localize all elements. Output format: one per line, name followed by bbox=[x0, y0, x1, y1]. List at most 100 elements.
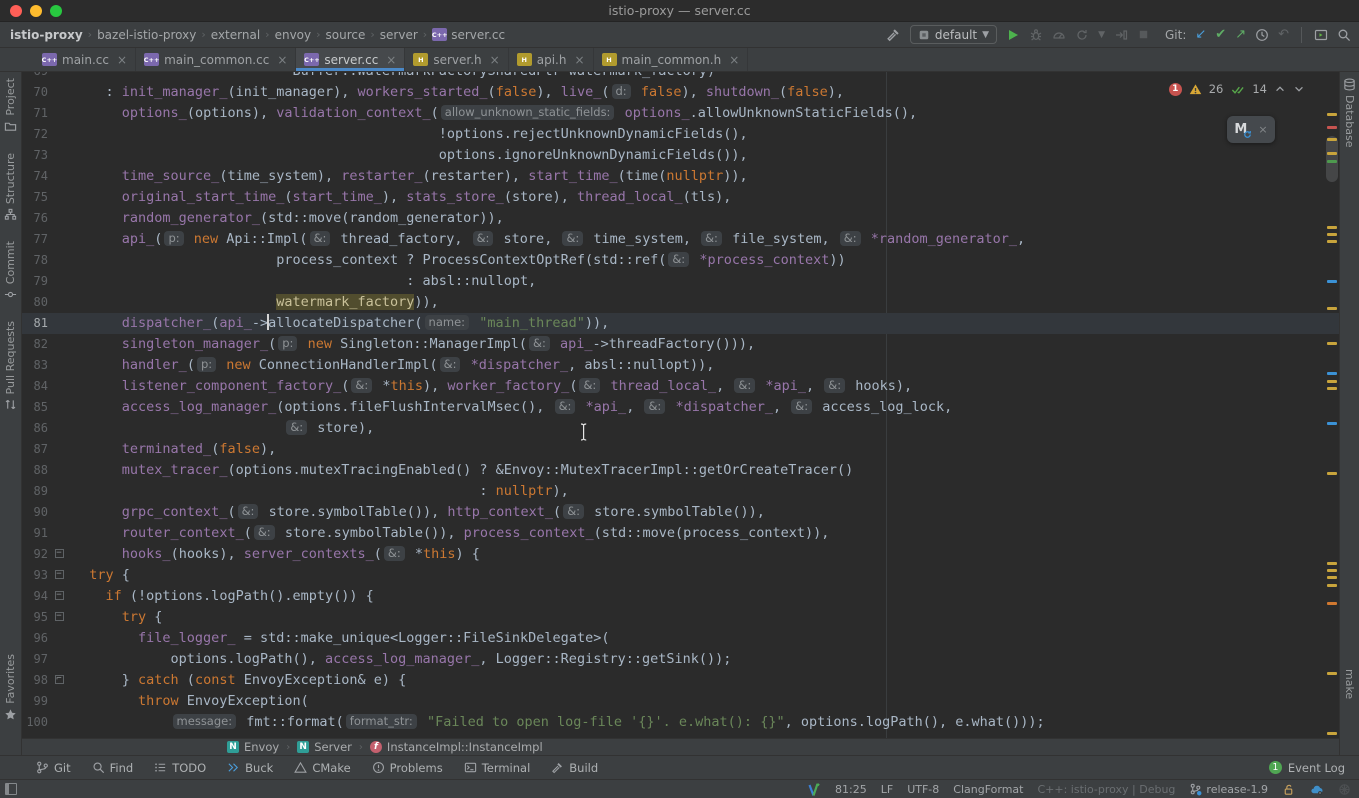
close-icon[interactable]: × bbox=[729, 53, 739, 67]
formatter[interactable]: ClangFormat bbox=[953, 783, 1023, 796]
code-line-73[interactable]: 73 options.ignoreUnknownDynamicFields())… bbox=[22, 145, 1339, 166]
tab-server.h[interactable]: Hserver.h× bbox=[405, 48, 508, 71]
debug-button[interactable] bbox=[1029, 28, 1043, 42]
code-line-92[interactable]: 92− hooks_(hooks), server_contexts_(&: *… bbox=[22, 544, 1339, 565]
close-icon[interactable]: × bbox=[1258, 123, 1267, 136]
tool-window-button-buck[interactable]: Buck bbox=[227, 761, 273, 775]
code-line-74[interactable]: 74 time_source_(time_system), restarter_… bbox=[22, 166, 1339, 187]
code-line-79[interactable]: 79 : absl::nullopt, bbox=[22, 271, 1339, 292]
git-update-icon[interactable]: ↙ bbox=[1195, 28, 1206, 41]
code-line-70[interactable]: 70 : init_manager_(init_manager), worker… bbox=[22, 82, 1339, 103]
close-icon[interactable]: × bbox=[490, 53, 500, 67]
dim-status-icon[interactable] bbox=[1338, 783, 1351, 796]
next-problem-chevron-down-icon[interactable] bbox=[1293, 83, 1305, 95]
git-branch-widget[interactable]: release-1.9 bbox=[1189, 783, 1268, 796]
stripe-mark-y[interactable] bbox=[1327, 732, 1337, 735]
breadcrumb-item-source[interactable]: source bbox=[326, 28, 366, 42]
stripe-mark-y[interactable] bbox=[1327, 562, 1337, 565]
error-count-icon[interactable]: 1 bbox=[1169, 83, 1182, 96]
stripe-mark-y[interactable] bbox=[1327, 138, 1337, 141]
warning-count[interactable]: 26 bbox=[1209, 82, 1224, 96]
profiler-button[interactable] bbox=[1052, 28, 1066, 42]
build-hammer-icon[interactable] bbox=[886, 27, 901, 42]
stripe-mark-y[interactable] bbox=[1327, 472, 1337, 475]
breadcrumb-item-istio-proxy[interactable]: istio-proxy bbox=[10, 28, 83, 42]
tool-window-toggle-icon[interactable] bbox=[5, 783, 17, 795]
code-line-95[interactable]: 95− try { bbox=[22, 607, 1339, 628]
fold-marker-icon[interactable]: ⌐ bbox=[55, 675, 64, 684]
run-anything-icon[interactable] bbox=[1314, 28, 1328, 42]
code-line-89[interactable]: 89 : nullptr), bbox=[22, 481, 1339, 502]
stripe-mark-r[interactable] bbox=[1327, 126, 1337, 129]
code-line-94[interactable]: 94− if (!options.logPath().empty()) { bbox=[22, 586, 1339, 607]
code-line-86[interactable]: 86 &: store), bbox=[22, 418, 1339, 439]
stripe-mark-y[interactable] bbox=[1327, 233, 1337, 236]
stripe-mark-y[interactable] bbox=[1327, 569, 1337, 572]
tool-window-button-git[interactable]: Git bbox=[36, 761, 71, 775]
close-icon[interactable]: × bbox=[574, 53, 584, 67]
close-icon[interactable]: × bbox=[386, 53, 396, 67]
inspections-widget[interactable]: 1 26 14 bbox=[1169, 82, 1305, 96]
stripe-mark-y[interactable] bbox=[1327, 584, 1337, 587]
close-icon[interactable]: × bbox=[117, 53, 127, 67]
code-line-97[interactable]: 97 options.logPath(), access_log_manager… bbox=[22, 649, 1339, 670]
breadcrumb-item-external[interactable]: external bbox=[211, 28, 260, 42]
code-line-78[interactable]: 78 process_context ? ProcessContextOptRe… bbox=[22, 250, 1339, 271]
stripe-mark-y[interactable] bbox=[1327, 226, 1337, 229]
sidebar-item-pull-requests[interactable]: Pull Requests bbox=[4, 321, 17, 411]
code-line-98[interactable]: 98⌐ } catch (const EnvoyException& e) { bbox=[22, 670, 1339, 691]
file-encoding[interactable]: UTF-8 bbox=[907, 783, 939, 796]
tool-window-button-build[interactable]: Build bbox=[551, 761, 598, 775]
git-commit-icon[interactable]: ✔ bbox=[1215, 28, 1226, 41]
stripe-mark-y[interactable] bbox=[1327, 380, 1337, 383]
code-line-100[interactable]: 100 message: fmt::format(format_str: "Fa… bbox=[22, 712, 1339, 733]
code-line-77[interactable]: 77 api_(p: new Api::Impl(&: thread_facto… bbox=[22, 229, 1339, 250]
code-line-99[interactable]: 99 throw EnvoyException( bbox=[22, 691, 1339, 712]
fold-marker-icon[interactable]: − bbox=[55, 549, 64, 558]
plugin-sync-popup[interactable]: M × bbox=[1227, 116, 1275, 143]
stripe-mark-y[interactable] bbox=[1327, 387, 1337, 390]
error-stripe[interactable] bbox=[1325, 72, 1339, 738]
code-line-82[interactable]: 82 singleton_manager_(p: new Singleton::… bbox=[22, 334, 1339, 355]
search-everywhere-icon[interactable] bbox=[1337, 28, 1351, 42]
tool-window-button-cmake[interactable]: CMake bbox=[294, 761, 350, 775]
prev-problem-chevron-up-icon[interactable] bbox=[1274, 83, 1286, 95]
code-editor[interactable]: 69 Buffer::WatermarkFactorySharedPtr wat… bbox=[22, 72, 1339, 738]
code-line-96[interactable]: 96 file_logger_ = std::make_unique<Logge… bbox=[22, 628, 1339, 649]
stripe-mark-b[interactable] bbox=[1327, 372, 1337, 375]
breadcrumb-item-envoy[interactable]: envoy bbox=[275, 28, 312, 42]
code-line-75[interactable]: 75 original_start_time_(start_time_), st… bbox=[22, 187, 1339, 208]
sidebar-item-make[interactable]: make bbox=[1343, 669, 1356, 699]
breadcrumb-item-bazel-istio-proxy[interactable]: bazel-istio-proxy bbox=[97, 28, 196, 42]
code-line-69[interactable]: 69 Buffer::WatermarkFactorySharedPtr wat… bbox=[22, 72, 1339, 82]
breadcrumb-instanceimpl-instanceimpl[interactable]: fInstanceImpl::InstanceImpl bbox=[370, 740, 543, 754]
code-line-88[interactable]: 88 mutex_tracer_(options.mutexTracingEna… bbox=[22, 460, 1339, 481]
stripe-mark-b[interactable] bbox=[1327, 280, 1337, 283]
code-line-85[interactable]: 85 access_log_manager_(options.fileFlush… bbox=[22, 397, 1339, 418]
tab-main_common.h[interactable]: Hmain_common.h× bbox=[594, 48, 749, 71]
tab-server.cc[interactable]: C++server.cc× bbox=[296, 48, 405, 71]
stop-button[interactable] bbox=[1137, 28, 1150, 41]
stripe-mark-y[interactable] bbox=[1327, 672, 1337, 675]
code-line-76[interactable]: 76 random_generator_(std::move(random_ge… bbox=[22, 208, 1339, 229]
passed-count[interactable]: 14 bbox=[1252, 82, 1267, 96]
stripe-mark-y[interactable] bbox=[1327, 307, 1337, 310]
zoom-window-button[interactable] bbox=[50, 5, 62, 17]
code-line-91[interactable]: 91 router_context_(&: store.symbolTable(… bbox=[22, 523, 1339, 544]
run-button[interactable] bbox=[1006, 28, 1020, 42]
code-line-93[interactable]: 93− try { bbox=[22, 565, 1339, 586]
code-line-81[interactable]: 81 dispatcher_(api_->allocateDispatcher(… bbox=[22, 313, 1339, 334]
sidebar-item-commit[interactable]: Commit bbox=[4, 241, 17, 301]
attach-process-button[interactable] bbox=[1114, 28, 1128, 42]
stripe-mark-b[interactable] bbox=[1327, 422, 1337, 425]
tool-window-button-terminal[interactable]: Terminal bbox=[464, 761, 531, 775]
fold-marker-icon[interactable]: − bbox=[55, 612, 64, 621]
resolve-context[interactable]: C++: istio-proxy | Debug bbox=[1037, 783, 1175, 796]
scrollbar-thumb[interactable] bbox=[1326, 136, 1338, 182]
code-line-72[interactable]: 72 !options.rejectUnknownDynamicFields()… bbox=[22, 124, 1339, 145]
code-line-71[interactable]: 71 options_(options), validation_context… bbox=[22, 103, 1339, 124]
breadcrumb-envoy[interactable]: NEnvoy bbox=[227, 740, 279, 754]
event-log-button[interactable]: 1 Event Log bbox=[1269, 761, 1345, 775]
code-line-90[interactable]: 90 grpc_context_(&: store.symbolTable())… bbox=[22, 502, 1339, 523]
code-line-87[interactable]: 87 terminated_(false), bbox=[22, 439, 1339, 460]
